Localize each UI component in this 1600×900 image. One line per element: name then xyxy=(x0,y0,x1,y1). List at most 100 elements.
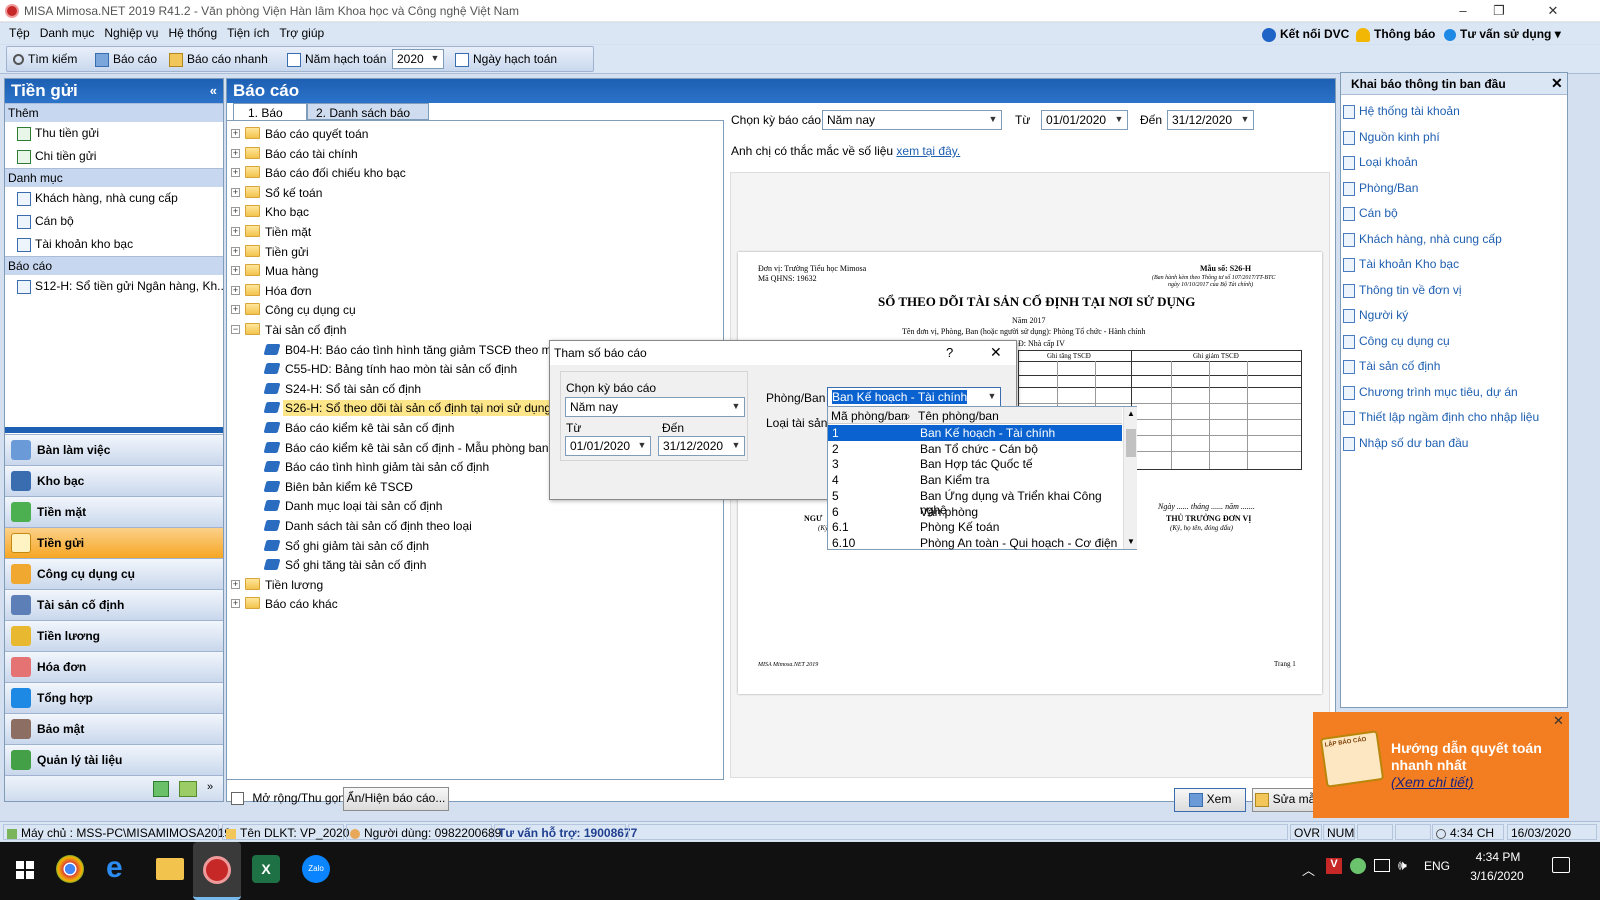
nav-fixed-assets[interactable]: Tài sản cố định xyxy=(5,589,223,620)
expand-collapse-checkbox[interactable]: Mở rộng/Thu gọn xyxy=(231,791,345,806)
dialog-dept-select[interactable]: Ban Kế hoạch - Tài chính ▼ xyxy=(827,387,1001,407)
menu-catalog[interactable]: Danh mục xyxy=(35,23,100,43)
tree-report-item[interactable]: Sổ ghi tăng tài sản cố định xyxy=(227,555,557,574)
tree-report-item[interactable]: Báo cáo kiểm kê tài sản cố định xyxy=(227,418,557,437)
clipboard-icon[interactable] xyxy=(153,781,169,797)
search-button[interactable]: Tìm kiếm xyxy=(13,52,77,66)
report-button[interactable]: Báo cáo xyxy=(95,52,157,67)
nav-treasury[interactable]: Kho bạc xyxy=(5,465,223,496)
nav-cash[interactable]: Tiền mặt xyxy=(5,496,223,527)
network-icon[interactable] xyxy=(1374,859,1390,872)
menu-utilities[interactable]: Tiện ích xyxy=(222,23,274,43)
setup-item[interactable]: Khách hàng, nhà cung cấp xyxy=(1343,232,1502,247)
misa-app-icon[interactable] xyxy=(193,842,241,900)
nav-deposit[interactable]: Tiền gửi xyxy=(5,527,223,558)
tree-folder[interactable]: + Báo cáo tài chính xyxy=(227,144,717,163)
tree-folder[interactable]: + Công cụ dụng cụ xyxy=(227,300,717,319)
notification-center-icon[interactable] xyxy=(1552,857,1570,873)
zalo-icon[interactable]: Zalo xyxy=(302,855,330,883)
expand-toggle-icon[interactable]: + xyxy=(231,207,240,217)
nav-salary[interactable]: Tiền lương xyxy=(5,620,223,651)
expand-toggle-icon[interactable]: + xyxy=(231,599,240,609)
promo-link[interactable]: (Xem chi tiết) xyxy=(1391,774,1473,790)
nav-documents[interactable]: Quản lý tài liệu xyxy=(5,744,223,775)
expand-toggle-icon[interactable]: + xyxy=(231,246,240,256)
setup-item[interactable]: Tài sản cố định xyxy=(1342,359,1440,374)
restore-button[interactable]: ❐ xyxy=(1476,0,1522,22)
tree-report-item[interactable]: Danh sách tài sản cố định theo loại xyxy=(227,516,557,535)
tree-report-item[interactable]: Biên bản kiểm kê TSCĐ xyxy=(227,477,557,496)
tray-chevron-icon[interactable]: ︿ xyxy=(1302,860,1315,879)
expand-toggle-icon[interactable]: + xyxy=(231,227,240,236)
taskbar-date[interactable]: 3/16/2020 xyxy=(1458,869,1536,883)
tree-folder[interactable]: + Tiền lương xyxy=(227,575,717,594)
help-icon[interactable]: ? xyxy=(946,345,953,360)
quick-report-button[interactable]: Báo cáo nhanh xyxy=(169,52,268,67)
toggle-report-button[interactable]: Ẩn/Hiện báo cáo... xyxy=(343,787,449,811)
more-chevron-icon[interactable]: » xyxy=(207,781,213,793)
tree-report-item[interactable]: S24-H: Sổ tài sản cố định xyxy=(227,379,557,398)
menu-file[interactable]: Tệp xyxy=(4,23,35,43)
dropdown-row[interactable]: 4 Ban Kiểm tra xyxy=(828,472,1122,488)
dialog-from-date[interactable]: 01/01/2020 ▼ xyxy=(565,436,651,456)
nav-security[interactable]: Bảo mật xyxy=(5,713,223,744)
menu-help[interactable]: Trợ giúp xyxy=(274,23,329,43)
tree-folder[interactable]: − Tài sản cố định xyxy=(227,320,717,339)
chrome-icon[interactable] xyxy=(56,855,84,883)
setup-item[interactable]: Nguồn kinh phí xyxy=(1343,130,1440,145)
tree-report-item[interactable]: C55-HD: Bảng tính hao mòn tài sản cố địn… xyxy=(227,359,557,378)
tree-report-item[interactable]: B04-H: Báo cáo tình hình tăng giảm TSCĐ … xyxy=(227,340,586,359)
setup-item[interactable]: Cán bộ xyxy=(1343,206,1398,221)
taskbar-clock[interactable]: 4:34 PM xyxy=(1464,850,1532,864)
nav-desktop[interactable]: Bàn làm việc xyxy=(5,434,223,465)
list-item-treasury-accounts[interactable]: Tài khoản kho bạc xyxy=(5,233,223,256)
tray-app-icon[interactable]: V xyxy=(1326,858,1342,874)
windows-start-icon[interactable] xyxy=(8,851,44,887)
tree-folder[interactable]: + Kho bạc xyxy=(227,202,717,221)
setup-item[interactable]: Chương trình mục tiêu, dự án xyxy=(1343,385,1518,400)
tree-report-item[interactable]: S26-H: Sổ theo dõi tài sản cố định tại n… xyxy=(227,398,557,417)
tab-report[interactable]: 1. Báo cáo xyxy=(233,103,307,134)
edge-icon[interactable]: e xyxy=(106,853,134,883)
expand-toggle-icon[interactable]: + xyxy=(231,168,240,178)
expand-toggle-icon[interactable]: + xyxy=(231,148,240,158)
notification-button[interactable]: Thông báo xyxy=(1356,27,1435,42)
volume-icon[interactable]: 🕪 xyxy=(1398,857,1407,874)
to-date-field[interactable]: 31/12/2020 ▼ xyxy=(1167,110,1254,130)
setup-item[interactable]: Loại khoản xyxy=(1343,155,1418,170)
setup-item[interactable]: Hệ thống tài khoản xyxy=(1343,104,1460,119)
view-button[interactable]: Xem xyxy=(1174,788,1246,812)
dropdown-row[interactable]: 3 Ban Hợp tác Quốc tế xyxy=(828,456,1122,472)
dialog-period-select[interactable]: Năm nay ▼ xyxy=(565,397,745,417)
support-menu-button[interactable]: Tư vấn sử dụng ▾ xyxy=(1444,27,1561,41)
tree-folder[interactable]: + Báo cáo quyết toán xyxy=(227,124,717,143)
expand-toggle-icon[interactable]: + xyxy=(231,579,240,589)
help-link[interactable]: xem tại đây. xyxy=(896,144,960,158)
edit-template-button[interactable]: Sửa mẫ xyxy=(1252,788,1318,812)
setup-item[interactable]: Tài khoản Kho bạc xyxy=(1342,257,1459,272)
connect-dvc-button[interactable]: Kết nối DVC xyxy=(1262,27,1349,42)
dropdown-row[interactable]: 6.1 Phòng Kế toán xyxy=(828,519,1122,535)
list-item-receive-deposit[interactable]: Thu tiền gửi xyxy=(5,122,223,145)
dialog-close-button[interactable]: ✕ xyxy=(990,344,1002,361)
setup-item[interactable]: Người ký xyxy=(1342,308,1408,323)
excel-icon[interactable]: X xyxy=(252,855,280,883)
collapse-icon[interactable]: « xyxy=(210,83,217,98)
nav-invoice[interactable]: Hóa đơn xyxy=(5,651,223,682)
file-explorer-icon[interactable] xyxy=(156,858,184,880)
tree-report-item[interactable]: Báo cáo kiểm kê tài sản cố định - Mẫu ph… xyxy=(227,438,557,457)
list-item-s12h-report[interactable]: S12-H: Sổ tiền gửi Ngân hàng, Kh... xyxy=(5,275,223,298)
setup-item[interactable]: Thiết lập ngầm định cho nhập liệu xyxy=(1342,410,1539,425)
period-select[interactable]: Năm nay ▼ xyxy=(822,110,1002,130)
menu-operations[interactable]: Nghiệp vụ xyxy=(99,23,163,43)
tree-folder[interactable]: + Tiền mặt xyxy=(227,222,717,241)
expand-toggle-icon[interactable]: + xyxy=(231,285,240,295)
tree-folder[interactable]: + Báo cáo khác xyxy=(227,594,717,613)
setup-item[interactable]: Thông tin về đơn vị xyxy=(1343,283,1462,298)
menu-system[interactable]: Hệ thống xyxy=(163,23,222,43)
posting-date-button[interactable]: Ngày hạch toán xyxy=(455,52,557,67)
dropdown-row[interactable]: 1 Ban Kế hoạch - Tài chính xyxy=(828,425,1122,441)
expand-toggle-icon[interactable]: + xyxy=(231,266,240,276)
tray-shield-icon[interactable] xyxy=(1350,858,1366,874)
setup-item[interactable]: Công cụ dụng cụ xyxy=(1343,334,1450,349)
